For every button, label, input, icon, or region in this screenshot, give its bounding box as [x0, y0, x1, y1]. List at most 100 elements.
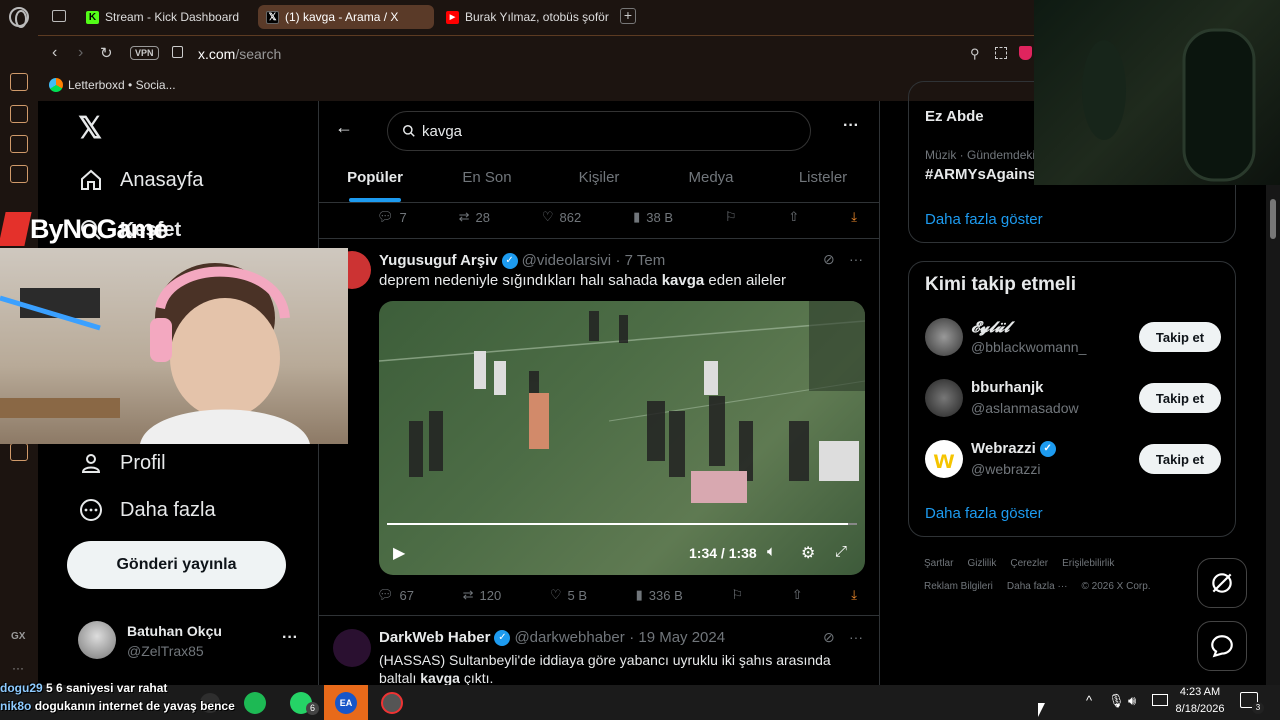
- footer-terms[interactable]: Şartlar: [924, 558, 953, 569]
- spotify-icon[interactable]: [244, 692, 266, 714]
- nav-profile[interactable]: Profil: [78, 450, 166, 476]
- follow-user-name[interactable]: 𝓔𝔂𝓵𝓾̈𝓵: [971, 318, 1010, 336]
- back-arrow-icon[interactable]: ←: [335, 117, 353, 138]
- tweet-author[interactable]: Yugusuguf Arşiv: [379, 252, 498, 269]
- download-icon[interactable]: ⤓: [851, 587, 857, 603]
- speaker-icon[interactable]: 🔊︎: [1128, 693, 1136, 709]
- back-icon[interactable]: ‹: [52, 44, 57, 62]
- nav-more[interactable]: Daha fazla: [78, 497, 216, 523]
- webrazzi-logo-icon[interactable]: w: [925, 440, 963, 478]
- play-icon[interactable]: ▶: [393, 543, 405, 563]
- forward-icon[interactable]: ›: [78, 44, 83, 62]
- sidebar-twitch-icon[interactable]: [10, 135, 28, 153]
- tab-x-search[interactable]: 𝕏 (1) kavga - Arama / X: [258, 5, 434, 29]
- follow-button[interactable]: Takip et: [1139, 444, 1221, 474]
- tab-youtube[interactable]: ▶ Burak Yılmaz, otobüs şoför: [438, 5, 614, 29]
- footer-privacy[interactable]: Gizlilik: [967, 558, 996, 569]
- sidebar-messenger-icon[interactable]: [10, 165, 28, 183]
- x-logo-icon[interactable]: 𝕏: [78, 111, 102, 146]
- avatar[interactable]: [78, 621, 116, 659]
- opera-logo-icon[interactable]: [9, 7, 29, 28]
- search-options-icon[interactable]: ···: [843, 117, 859, 135]
- lock-icon[interactable]: [172, 46, 183, 58]
- bookmark-letterboxd[interactable]: Letterboxd • Socia...: [68, 78, 176, 92]
- tray-chevron-icon[interactable]: ^: [1086, 693, 1092, 708]
- follow-show-more[interactable]: Daha fazla göster: [925, 505, 1043, 522]
- microphone-icon[interactable]: 🎙︎: [1108, 693, 1125, 709]
- fullscreen-icon[interactable]: ⤢: [835, 543, 847, 560]
- gx-corner-label[interactable]: GX: [11, 631, 25, 642]
- trend-top-name[interactable]: Ez Abde: [925, 108, 984, 125]
- bookmark-icon[interactable]: ⚐: [731, 587, 743, 603]
- network-icon[interactable]: [1152, 694, 1168, 706]
- tweet-author[interactable]: DarkWeb Haber: [379, 629, 490, 646]
- tab-media[interactable]: Medya: [655, 157, 767, 202]
- messages-button[interactable]: [1197, 621, 1247, 671]
- sidebar-extension-icon[interactable]: [10, 73, 28, 91]
- settings-icon[interactable]: ⚙︎: [801, 543, 815, 563]
- sidebar-wallet-icon[interactable]: [10, 105, 28, 123]
- download-icon[interactable]: ⤓: [851, 209, 857, 225]
- share-icon[interactable]: ⇧: [788, 209, 799, 225]
- bookmark-icon[interactable]: ⚐: [725, 209, 737, 225]
- share-icon[interactable]: ⇧: [792, 587, 803, 603]
- tab-lists[interactable]: Listeler: [767, 157, 879, 202]
- tweet-time[interactable]: · 19 May 2024: [629, 629, 725, 646]
- sidebar-history-icon[interactable]: [10, 443, 28, 461]
- nav-home[interactable]: Anasayfa: [78, 167, 203, 193]
- grok-icon[interactable]: ⊘: [823, 629, 835, 646]
- scrollbar-thumb[interactable]: [1270, 199, 1276, 239]
- search-input[interactable]: kavga: [387, 111, 811, 151]
- repost-button[interactable]: ⇄ 120: [463, 587, 502, 603]
- tab-kick-dashboard[interactable]: K Stream - Kick Dashboard: [78, 5, 248, 29]
- tweet-handle[interactable]: @videolarsivi: [522, 252, 611, 269]
- tab-latest[interactable]: En Son: [431, 157, 543, 202]
- like-button[interactable]: ♡ 862: [542, 209, 581, 225]
- tab-popular[interactable]: Popüler: [319, 157, 431, 202]
- tweet-time[interactable]: · 7 Tem: [616, 252, 666, 269]
- volume-icon[interactable]: 🔈︎: [767, 543, 776, 560]
- post-button[interactable]: Gönderi yayınla: [67, 541, 286, 589]
- follow-button[interactable]: Takip et: [1139, 322, 1221, 352]
- tab-people[interactable]: Kişiler: [543, 157, 655, 202]
- tweet-more-icon[interactable]: ···: [849, 629, 863, 645]
- avatar[interactable]: [925, 318, 963, 356]
- grok-button[interactable]: [1197, 558, 1247, 608]
- account-menu-icon[interactable]: ···: [282, 629, 298, 647]
- reply-button[interactable]: 💬︎ 67: [377, 587, 414, 603]
- page-scrollbar[interactable]: [1266, 185, 1280, 685]
- pin-icon[interactable]: ⚲: [970, 46, 980, 62]
- shield-extension-icon[interactable]: [1019, 46, 1032, 60]
- clock-time[interactable]: 4:23 AM: [1174, 686, 1226, 698]
- footer-cookies[interactable]: Çerezler: [1010, 558, 1048, 569]
- follow-button[interactable]: Takip et: [1139, 383, 1221, 413]
- sidebar-more-icon[interactable]: ···: [12, 661, 24, 675]
- follow-user-name[interactable]: bburhanjk: [971, 379, 1044, 396]
- obs-icon[interactable]: [381, 692, 403, 714]
- grok-icon[interactable]: ⊘: [823, 251, 835, 268]
- snapshot-icon[interactable]: [995, 47, 1007, 59]
- clock-date[interactable]: 8/18/2026: [1172, 703, 1228, 715]
- views-button[interactable]: ▮ 336 B: [636, 587, 683, 603]
- trend-tag[interactable]: #ARMYsAgainst: [925, 166, 1041, 183]
- footer-accessibility[interactable]: Erişilebilirlik: [1062, 558, 1114, 569]
- footer-more[interactable]: Daha fazla ···: [1007, 581, 1068, 592]
- trends-show-more[interactable]: Daha fazla göster: [925, 211, 1043, 228]
- tab-workspaces-icon[interactable]: [52, 10, 66, 22]
- tweet-handle[interactable]: @darkwebhaber: [514, 629, 624, 646]
- avatar[interactable]: [925, 379, 963, 417]
- avatar[interactable]: [333, 629, 371, 667]
- views-button[interactable]: ▮ 38 B: [633, 209, 673, 225]
- video-player[interactable]: ▶ 1:34 / 1:38 🔈︎ ⚙︎ ⤢: [379, 301, 865, 575]
- like-button[interactable]: ♡ 5 B: [550, 587, 587, 603]
- reply-button[interactable]: 💬︎ 7: [377, 209, 407, 225]
- tweet-more-icon[interactable]: ···: [849, 251, 863, 267]
- footer-ads[interactable]: Reklam Bilgileri: [924, 581, 993, 592]
- ea-app-button[interactable]: EA: [324, 685, 368, 720]
- new-tab-button[interactable]: +: [620, 8, 636, 24]
- follow-user-name[interactable]: Webrazzi: [971, 440, 1036, 457]
- repost-button[interactable]: ⇄ 28: [459, 209, 490, 225]
- vpn-badge[interactable]: VPN: [130, 46, 159, 60]
- reload-icon[interactable]: ↻: [100, 44, 113, 62]
- url-field[interactable]: x.com/search: [198, 46, 281, 62]
